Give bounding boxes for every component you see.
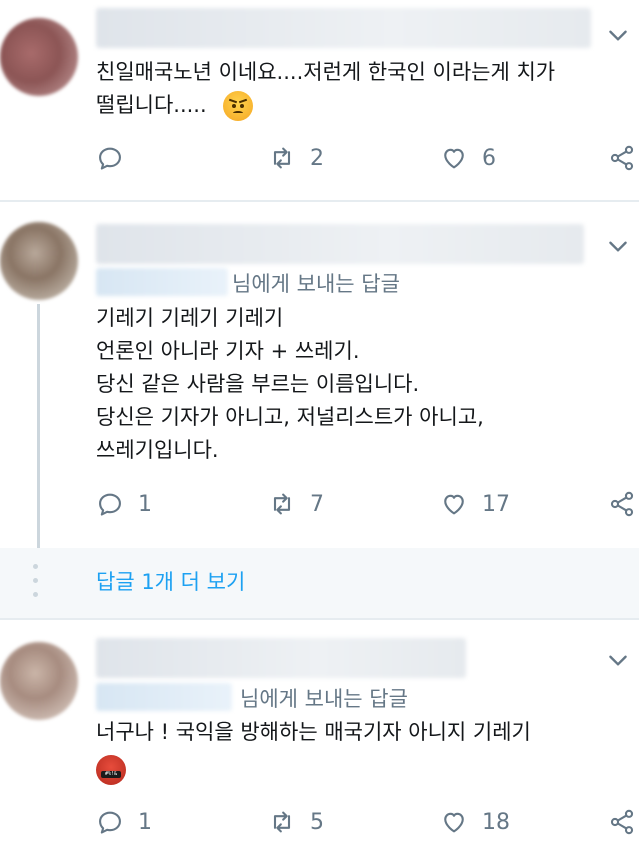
retweet-icon xyxy=(273,493,291,515)
like-button[interactable]: 18 xyxy=(440,802,510,842)
share-icon xyxy=(610,809,634,835)
reply-to-label: 님에게 보내는 답글 xyxy=(240,687,408,711)
reply-button[interactable]: 1 xyxy=(96,802,152,842)
reply-count: 1 xyxy=(138,491,152,517)
tweet-actions: 2 6 xyxy=(0,138,639,178)
tweet-text-line: 당신 같은 사람을 부르는 이름입니다. xyxy=(96,372,420,396)
retweet-count: 7 xyxy=(310,491,324,517)
reply-icon xyxy=(99,493,121,516)
retweet-count: 5 xyxy=(310,809,324,835)
retweet-button[interactable]: 5 xyxy=(268,802,324,842)
avatar[interactable] xyxy=(0,222,78,300)
author-name-redacted xyxy=(96,224,584,264)
show-more-replies[interactable]: 답글 1개 더 보기 xyxy=(0,548,639,618)
divider xyxy=(0,618,639,620)
chevron-down-icon[interactable] xyxy=(605,22,631,48)
retweet-button[interactable]: 2 xyxy=(268,138,324,178)
chevron-down-icon[interactable] xyxy=(605,647,631,673)
tweet-actions: 1 7 17 xyxy=(0,484,639,524)
reply-to-label: 님에게 보내는 답글 xyxy=(232,272,400,296)
reply-icon xyxy=(99,147,121,170)
tweet-actions: 1 5 18 xyxy=(0,802,639,842)
retweet-icon xyxy=(273,147,291,169)
share-icon xyxy=(610,491,634,517)
reply-button[interactable] xyxy=(96,138,138,178)
reply-to-handle-redacted[interactable] xyxy=(96,268,228,296)
like-icon xyxy=(444,494,464,515)
avatar[interactable] xyxy=(0,642,78,720)
author-name-redacted xyxy=(96,8,591,48)
author-name-redacted xyxy=(96,638,466,678)
show-more-replies-link[interactable]: 답글 1개 더 보기 xyxy=(96,566,245,596)
tweet-1[interactable]: 친일매국노년 이네요....저런게 한국인 이라는게 치가 떨립니다..... … xyxy=(0,0,639,200)
avatar[interactable] xyxy=(0,18,78,96)
like-button[interactable]: 6 xyxy=(440,138,496,178)
reply-to-handle-redacted[interactable] xyxy=(96,683,232,711)
retweet-icon xyxy=(273,811,291,833)
tweet-text: 너구나 ! 국익을 방해하는 매국기자 아니지 기레기 #%!& xyxy=(96,716,531,786)
share-button[interactable] xyxy=(608,802,636,842)
tweet-text-line: 당신은 기자가 아니고, 저널리스트가 아니고, xyxy=(96,405,484,429)
reply-button[interactable]: 1 xyxy=(96,484,152,524)
tweet-text-line: #%!& xyxy=(96,753,531,786)
share-button[interactable] xyxy=(608,138,636,178)
chevron-down-icon[interactable] xyxy=(605,233,631,259)
face-with-symbols-on-mouth-icon: #%!& xyxy=(96,755,126,785)
like-icon xyxy=(444,812,464,833)
tweet-text: 친일매국노년 이네요....저런게 한국인 이라는게 치가 떨립니다..... xyxy=(96,56,555,122)
share-button[interactable] xyxy=(608,484,636,524)
tweet-text-line: 떨립니다..... xyxy=(96,89,555,122)
tweet-text-line: 친일매국노년 이네요....저런게 한국인 이라는게 치가 xyxy=(96,60,556,84)
retweet-count: 2 xyxy=(310,145,324,171)
like-icon xyxy=(444,148,464,169)
tweet-text-line: 기레기 기레기 기레기 xyxy=(96,306,284,330)
tweet-text-line: 언론인 아니라 기자 + 쓰레기. xyxy=(96,339,360,363)
share-icon xyxy=(610,145,634,171)
retweet-button[interactable]: 7 xyxy=(268,484,324,524)
tweet-text-line: 너구나 ! 국익을 방해하는 매국기자 아니지 기레기 xyxy=(96,720,531,744)
like-count: 18 xyxy=(482,809,510,835)
like-count: 6 xyxy=(482,145,496,171)
tweet-text: 기레기 기레기 기레기 언론인 아니라 기자 + 쓰레기. 당신 같은 사람을 … xyxy=(96,302,484,467)
tweet-text-line: 쓰레기입니다. xyxy=(96,438,219,462)
like-count: 17 xyxy=(482,491,510,517)
reply-icon xyxy=(99,811,121,834)
reply-count: 1 xyxy=(138,809,152,835)
like-button[interactable]: 17 xyxy=(440,484,510,524)
pouting-face-icon xyxy=(223,91,254,121)
thread-dots xyxy=(33,564,39,606)
